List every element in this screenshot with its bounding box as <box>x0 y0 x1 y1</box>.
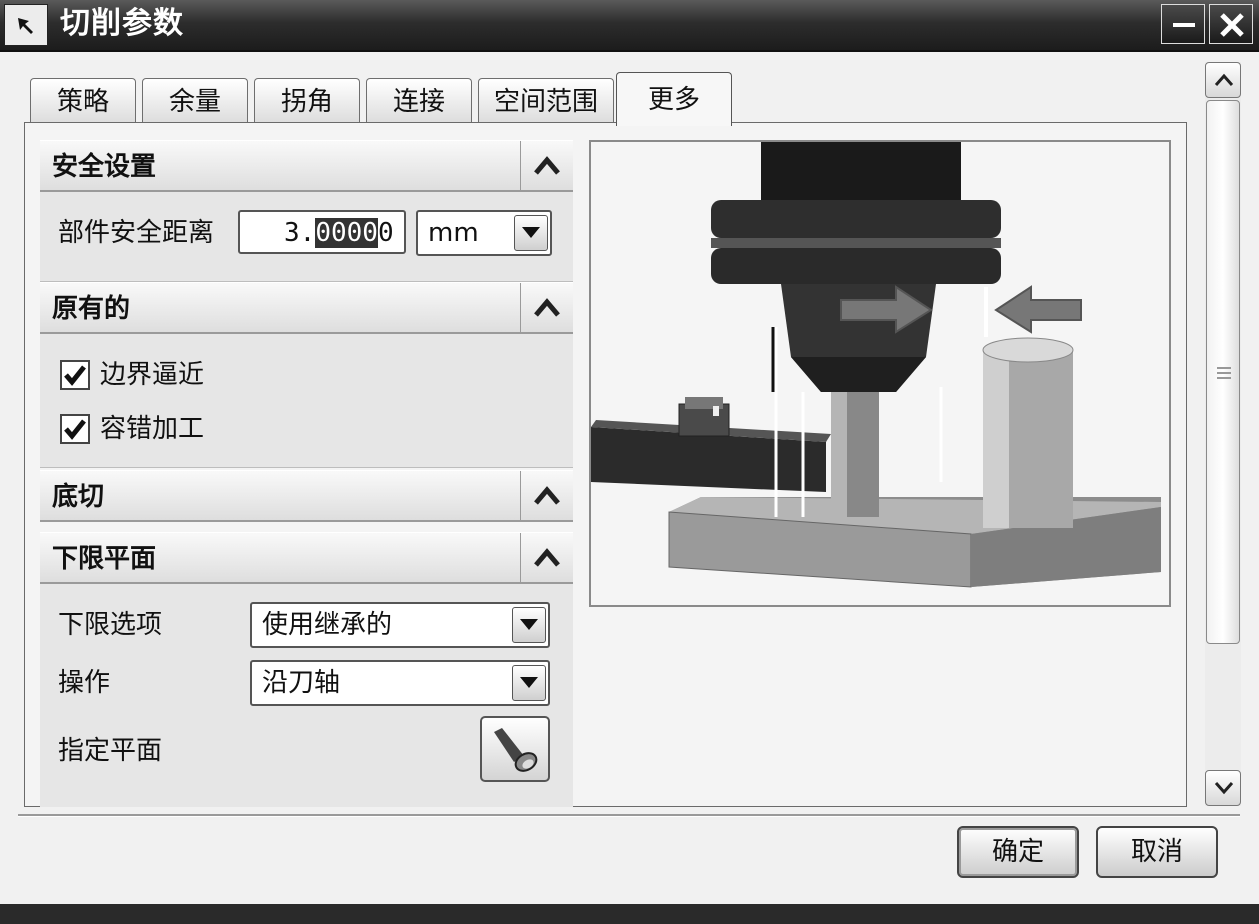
section-body-lower-limit-plane: 下限选项 使用继承的 操作 沿刀轴 指定平面 <box>40 584 573 807</box>
collapse-button[interactable] <box>520 533 573 583</box>
collapse-button[interactable] <box>520 141 573 191</box>
checkmark-icon <box>64 365 86 386</box>
scroll-thumb[interactable] <box>1206 100 1240 644</box>
dropdown-button[interactable] <box>512 607 546 643</box>
title-bar: 切削参数 <box>0 0 1259 52</box>
scroll-up-button[interactable] <box>1205 62 1241 98</box>
window-title: 切削参数 <box>60 6 184 41</box>
part-clearance-input[interactable]: 3.00000 <box>238 210 406 254</box>
parameters-panel: 安全设置 部件安全距离 3.00000 mm 原有的 边界逼近 容错加工 底切 … <box>40 140 573 807</box>
close-button[interactable] <box>1209 4 1253 44</box>
chevron-up-icon <box>1214 73 1234 86</box>
chevron-up-icon <box>534 548 560 567</box>
checkmark-icon <box>64 419 86 440</box>
section-title: 下限平面 <box>52 544 157 574</box>
preview-image <box>589 140 1171 607</box>
boundary-approach-label: 边界逼近 <box>100 360 205 390</box>
tab-more[interactable]: 更多 <box>616 72 732 126</box>
section-header-original[interactable]: 原有的 <box>40 282 573 334</box>
dropdown-button[interactable] <box>514 215 548 251</box>
tab-stock[interactable]: 余量 <box>142 78 248 124</box>
tab-containment[interactable]: 空间范围 <box>478 78 614 124</box>
chevron-down-icon <box>520 619 538 630</box>
unit-select[interactable]: mm <box>416 210 552 256</box>
lower-limit-option-label: 下限选项 <box>58 610 163 640</box>
cancel-button[interactable]: 取消 <box>1096 826 1218 878</box>
dropdown-button[interactable] <box>512 665 546 701</box>
section-header-lower-limit-plane[interactable]: 下限平面 <box>40 532 573 584</box>
section-title: 底切 <box>52 482 105 512</box>
tolerant-machining-label: 容错加工 <box>100 414 205 444</box>
chevron-up-icon <box>534 298 560 317</box>
tab-connections[interactable]: 连接 <box>366 78 472 124</box>
tolerant-machining-checkbox[interactable] <box>60 414 90 444</box>
collapse-button[interactable] <box>520 471 573 521</box>
minimize-icon <box>1173 23 1195 27</box>
chevron-down-icon <box>1214 782 1234 795</box>
section-title: 安全设置 <box>52 152 157 182</box>
chevron-down-icon <box>520 677 538 688</box>
operation-select[interactable]: 沿刀轴 <box>250 660 550 706</box>
section-header-safety[interactable]: 安全设置 <box>40 140 573 192</box>
tool-clearance-illustration <box>591 142 1169 605</box>
chevron-up-icon <box>534 486 560 505</box>
divider <box>18 814 1240 817</box>
chevron-down-icon <box>522 227 540 238</box>
operation-label: 操作 <box>58 668 111 698</box>
tab-corners[interactable]: 拐角 <box>254 78 360 124</box>
close-icon <box>1220 13 1244 37</box>
scroll-down-button[interactable] <box>1205 770 1241 806</box>
collapse-button[interactable] <box>520 283 573 333</box>
ok-button[interactable]: 确定 <box>957 826 1079 878</box>
minimize-button[interactable] <box>1161 4 1205 44</box>
section-body-safety: 部件安全距离 3.00000 mm <box>40 192 573 282</box>
boundary-approach-checkbox[interactable] <box>60 360 90 390</box>
specify-plane-button[interactable] <box>480 716 550 782</box>
vertical-scrollbar[interactable] <box>1205 62 1241 806</box>
chevron-up-icon <box>534 156 560 175</box>
lower-limit-option-select[interactable]: 使用继承的 <box>250 602 550 648</box>
section-title: 原有的 <box>52 294 131 324</box>
section-header-undercut[interactable]: 底切 <box>40 470 573 522</box>
plane-picker-icon <box>494 728 538 772</box>
section-body-original: 边界逼近 容错加工 <box>40 334 573 468</box>
specify-plane-label: 指定平面 <box>58 736 163 766</box>
window-bottom-border <box>0 904 1259 924</box>
tab-strategy[interactable]: 策略 <box>30 78 136 124</box>
system-menu-icon[interactable] <box>4 4 48 46</box>
part-clearance-label: 部件安全距离 <box>58 218 215 248</box>
